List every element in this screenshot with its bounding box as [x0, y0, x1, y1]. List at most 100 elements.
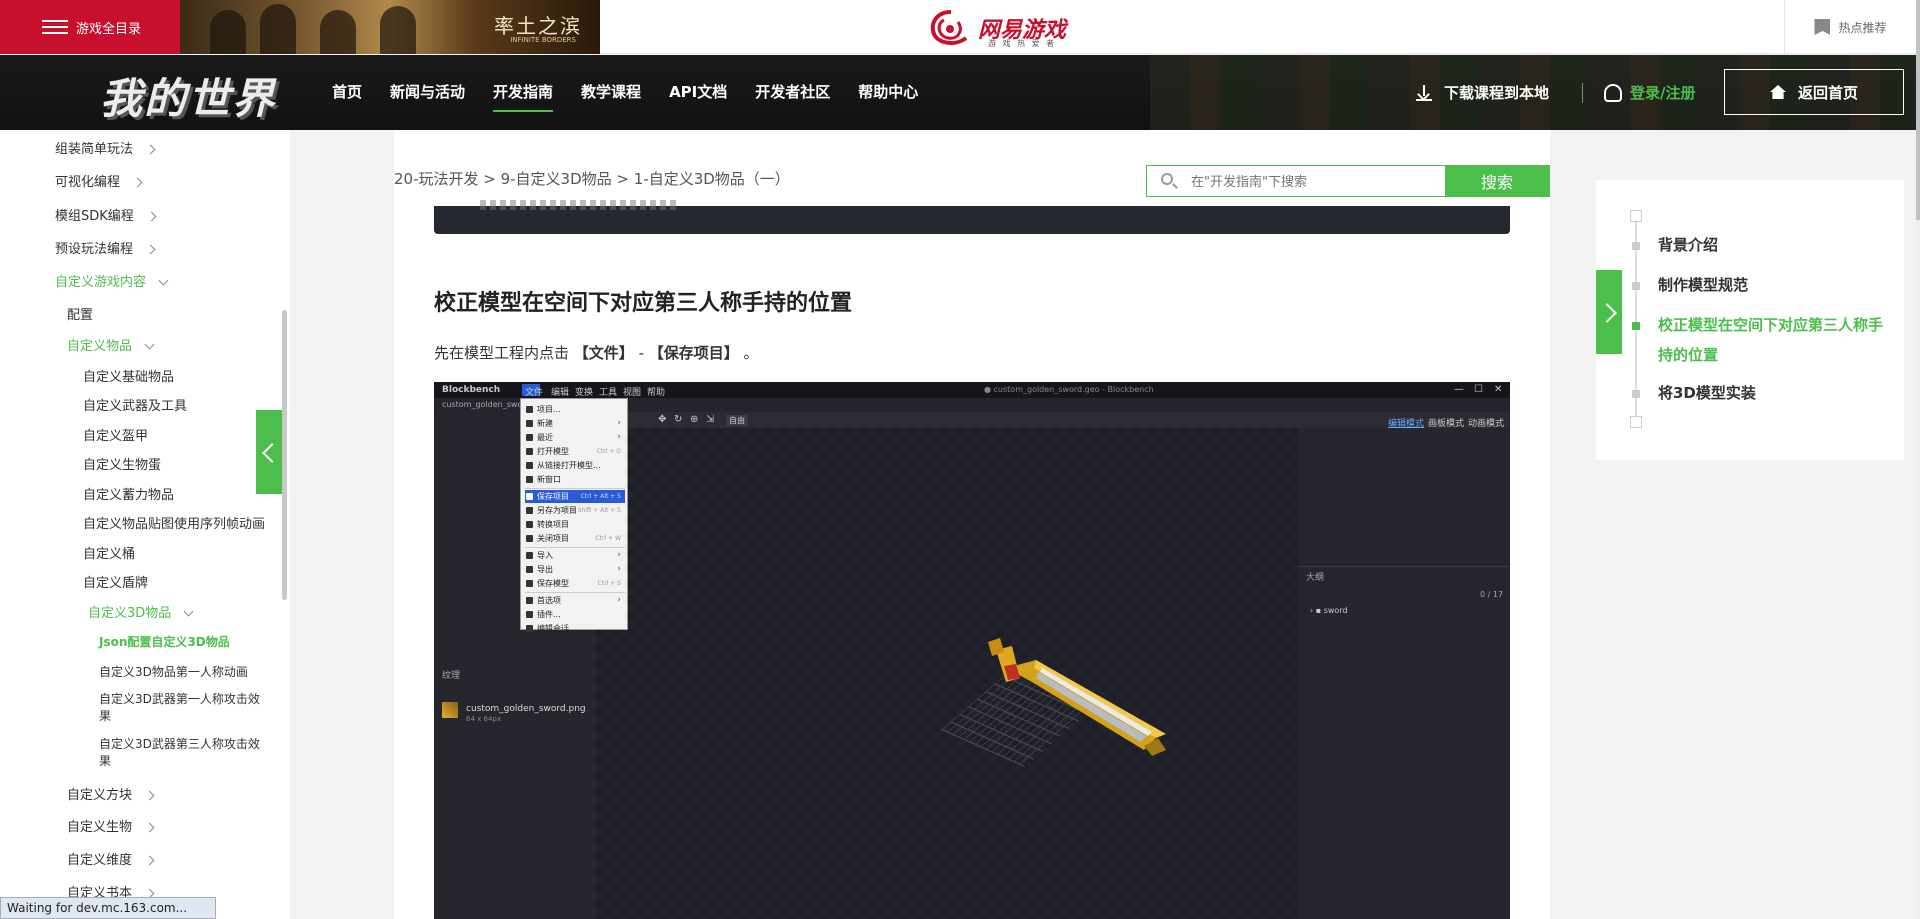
sidebar-item-label: 自定义盔甲 [83, 429, 149, 444]
nav-item-community[interactable]: 开发者社区 [741, 55, 844, 130]
search-icon [1161, 173, 1173, 185]
sidebar-item-label: 自定义基础物品 [83, 370, 175, 385]
sidebar-item[interactable]: 配置 [67, 304, 93, 323]
blockbench-screenshot: Blockbench 文件 编辑 变换 工具 视图 帮助 ● custom_go… [434, 382, 1510, 919]
bookmark-icon [1814, 19, 1831, 35]
menu-item-icon [526, 507, 533, 514]
resize-tool-icon: ⇲ [706, 414, 715, 425]
nav-menu: 首页 新闻与活动 开发指南 教学课程 API文档 开发者社区 帮助中心 [318, 55, 932, 130]
promo-banner[interactable]: 率土之滨 INFINITE BORDERS [180, 0, 600, 54]
submenu-arrow-icon: › [617, 550, 621, 560]
sidebar-item[interactable]: 自定义桶 [83, 543, 135, 562]
hot-recommend-button[interactable]: 热点推荐 [1784, 0, 1916, 54]
sidebar-item-custom-content[interactable]: 自定义游戏内容 [55, 271, 169, 290]
sidebar-item-label: 配置 [67, 308, 94, 323]
bb-file-menu-shortcut: Ctrl + O [596, 448, 621, 455]
sidebar-item[interactable]: 自定义方块 [67, 784, 155, 803]
collapse-toc-button[interactable] [1596, 270, 1622, 354]
bb-file-menu-shortcut: Ctrl + S [597, 580, 621, 587]
nav-item-api-docs[interactable]: API文档 [655, 55, 741, 130]
toc-item-active[interactable]: 校正模型在空间下对应第三人称手持的位置 [1658, 310, 1888, 370]
chevron-right-icon [144, 822, 155, 833]
sidebar-item-json-3d-active[interactable]: Json配置自定义3D物品 [99, 633, 230, 650]
toc-item[interactable]: 将3D模型实装 [1658, 378, 1888, 408]
sidebar-item[interactable]: 自定义物品贴图使用序列帧动画 [83, 513, 265, 532]
nav-item-news[interactable]: 新闻与活动 [376, 55, 479, 130]
minimize-icon: — [1454, 384, 1464, 395]
minecraft-logo[interactable]: 我的世界 [100, 65, 276, 126]
page-scrollbar[interactable] [1916, 0, 1920, 919]
maximize-icon: ☐ [1474, 384, 1483, 395]
menu-item-icon [526, 521, 533, 528]
menu-separator [525, 592, 625, 593]
bb-file-menu-label: 首选项 [537, 596, 561, 605]
sidebar-item[interactable]: 预设玩法编程 [55, 238, 156, 257]
sidebar-item[interactable]: 自定义基础物品 [83, 366, 174, 385]
sidebar-item[interactable]: 自定义生物 [67, 816, 155, 835]
menu-item-icon [526, 597, 533, 604]
sidebar-item-label: 果 [99, 709, 112, 723]
sidebar-item[interactable]: 自定义武器及工具 [83, 395, 187, 414]
bb-file-menu-item: 首选项 › [525, 594, 625, 607]
sidebar-item-label: 预设玩法编程 [55, 242, 134, 257]
bb-textures-label: 纹理 [442, 671, 461, 681]
sidebar-item[interactable]: 自定义3D武器第三人称攻击效果 [99, 736, 260, 770]
page-scrollbar-thumb[interactable] [1916, 0, 1920, 220]
menu-icon [42, 20, 68, 34]
submenu-arrow-icon: › [617, 418, 621, 428]
download-course-button[interactable]: 下载课程到本地 [1416, 55, 1549, 130]
sidebar-item[interactable]: 自定义盾牌 [83, 572, 148, 591]
nav-item-dev-guide[interactable]: 开发指南 [479, 55, 567, 130]
sidebar-scrollbar[interactable] [282, 310, 287, 600]
sidebar-item-label: 自定义蓄力物品 [83, 488, 175, 503]
collapse-sidebar-button[interactable] [256, 410, 282, 494]
breadcrumb[interactable]: 20-玩法开发 > 9-自定义3D物品 > 1-自定义3D物品（一） [394, 168, 790, 189]
sidebar-item[interactable]: 组装简单玩法 [55, 138, 156, 157]
menu-item-icon [526, 406, 533, 413]
bb-file-menu-label: 从链接打开模型... [537, 461, 601, 470]
toc-item[interactable]: 背景介绍 [1658, 230, 1888, 260]
user-icon [1604, 83, 1622, 102]
bb-file-menu-label: 编辑会话... [537, 624, 577, 633]
sidebar-item[interactable]: 自定义3D物品第一人称动画 [99, 663, 248, 680]
sidebar-item-custom-3d-items[interactable]: 自定义3D物品 [88, 602, 194, 621]
banner-figure [380, 6, 416, 54]
chevron-down-icon [144, 339, 155, 350]
sidebar-item-label: 可视化编程 [55, 175, 121, 190]
bb-file-menu-label: 导入 [537, 551, 553, 560]
sidebar-item[interactable]: 自定义生物蛋 [83, 454, 161, 473]
sidebar-item-label: 自定义生物 [67, 820, 133, 835]
game-directory-button[interactable]: 游戏全目录 [0, 0, 180, 54]
search-input[interactable] [1191, 172, 1431, 192]
menu-item-icon [526, 611, 533, 618]
sidebar-item-label: 自定义物品贴图使用序列帧动画 [83, 517, 266, 532]
sidebar-item[interactable]: 自定义3D武器第一人称攻击效果 [99, 691, 260, 725]
bb-texture-name: custom_golden_sword.png [466, 704, 586, 714]
login-register-button[interactable]: 登录/注册 [1604, 55, 1695, 130]
bb-file-menu-item: 另存为项目 Ctrl + Shift + Alt + S [525, 504, 625, 517]
nav-item-home[interactable]: 首页 [318, 55, 376, 130]
sidebar-item-label: Json配置自定义3D物品 [99, 635, 230, 649]
toc-item[interactable]: 制作模型规范 [1658, 270, 1888, 300]
sidebar-item-custom-items[interactable]: 自定义物品 [67, 335, 155, 354]
sidebar-item[interactable]: 自定义盔甲 [83, 425, 148, 444]
menu-item-icon [526, 462, 533, 469]
bb-file-menu-label: 项目... [537, 405, 561, 414]
instruction-paragraph: 先在模型工程内点击 【文件】 - 【保存项目】 。 [434, 342, 759, 363]
bb-file-menu-label: 新窗口 [537, 475, 561, 484]
search-button[interactable]: 搜索 [1445, 166, 1549, 196]
bb-menu-help: 帮助 [647, 388, 666, 398]
download-label: 下载课程到本地 [1444, 84, 1550, 102]
sidebar-item[interactable]: 可视化编程 [55, 171, 143, 190]
netease-games-logo[interactable]: 网易游戏 游 戏 热 爱 者 [926, 6, 1066, 50]
back-home-button[interactable]: 返回首页 [1724, 69, 1904, 115]
nav-item-help[interactable]: 帮助中心 [844, 55, 932, 130]
bb-file-menu-item: 保存模型 Ctrl + S [525, 577, 625, 590]
nav-item-tutorials[interactable]: 教学课程 [567, 55, 655, 130]
home-icon [1769, 85, 1786, 99]
sidebar-item[interactable]: 模组SDK编程 [55, 205, 157, 224]
sidebar-item[interactable]: 自定义维度 [67, 849, 155, 868]
sidebar-item[interactable]: 自定义蓄力物品 [83, 484, 174, 503]
para-text: 先在模型工程内点击 [434, 344, 574, 362]
bb-file-menu-item: 插件... [525, 608, 625, 621]
